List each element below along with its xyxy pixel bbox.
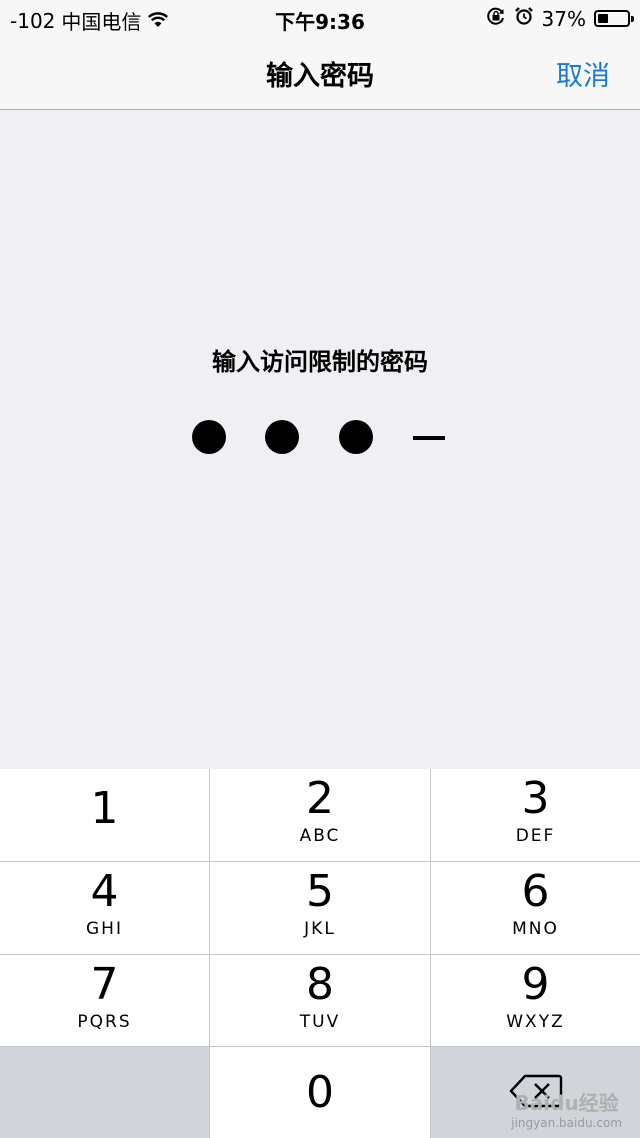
numeric-keypad: 1 2 ABC 3 DEF 4 GHI 5 JKL 6 MNO 7 PQRS 8…: [0, 769, 640, 1138]
battery-nub: [631, 16, 634, 22]
key-letters: GHI: [86, 919, 123, 939]
passcode-prompt: 输入访问限制的密码: [212, 348, 428, 376]
passcode-dot-filled: [265, 420, 299, 454]
watermark-url: jingyan.baidu.com: [511, 1116, 622, 1130]
key-8[interactable]: 8 TUV: [210, 955, 430, 1046]
key-digit: 7: [90, 958, 119, 1010]
key-0[interactable]: 0: [210, 1047, 430, 1138]
watermark: Baidu经验 jingyan.baidu.com: [511, 1087, 622, 1130]
key-digit: 0: [306, 1066, 334, 1118]
key-letters: JKL: [304, 919, 336, 939]
nav-bar: 输入密码 取消: [0, 36, 640, 110]
status-right: 37%: [486, 6, 634, 31]
key-5[interactable]: 5 JKL: [210, 862, 430, 954]
status-bar: -102 中国电信 下午9:36 37%: [0, 0, 640, 36]
passcode-dot-filled: [192, 420, 226, 454]
key-digit: 4: [90, 866, 119, 917]
key-3[interactable]: 3 DEF: [431, 769, 640, 861]
key-letters: TUV: [299, 1011, 341, 1032]
key-letters: DEF: [515, 826, 556, 846]
key-digit: 2: [306, 773, 334, 824]
key-letters: MNO: [512, 919, 559, 939]
rotation-lock-icon: [486, 6, 506, 31]
key-letters: WXYZ: [506, 1011, 565, 1032]
key-blank: [0, 1047, 209, 1138]
delete-button[interactable]: Baidu经验 jingyan.baidu.com: [431, 1047, 640, 1138]
cancel-button[interactable]: 取消: [556, 54, 610, 93]
key-digit: 5: [306, 866, 334, 917]
key-letters: ABC: [299, 826, 341, 846]
key-digit: 3: [521, 773, 550, 824]
key-digit: 1: [90, 783, 119, 834]
key-2[interactable]: 2 ABC: [210, 769, 430, 861]
alarm-icon: [514, 6, 534, 31]
key-digit: 8: [306, 958, 334, 1010]
key-7[interactable]: 7 PQRS: [0, 955, 209, 1046]
key-9[interactable]: 9 WXYZ: [431, 955, 640, 1046]
key-digit: 6: [521, 866, 550, 917]
passcode-indicator: [0, 420, 640, 456]
battery-fill: [598, 14, 608, 23]
page-title: 输入密码: [266, 61, 374, 92]
key-digit: 9: [521, 958, 550, 1010]
battery-icon: [594, 10, 634, 27]
key-1[interactable]: 1: [0, 769, 209, 861]
key-4[interactable]: 4 GHI: [0, 862, 209, 954]
key-letters: PQRS: [77, 1011, 132, 1032]
watermark-brand: Baidu经验: [514, 1091, 619, 1115]
battery-percentage: 37%: [541, 6, 586, 31]
passcode-dash-empty: [413, 436, 445, 440]
key-6[interactable]: 6 MNO: [431, 862, 640, 954]
passcode-dot-filled: [339, 420, 373, 454]
